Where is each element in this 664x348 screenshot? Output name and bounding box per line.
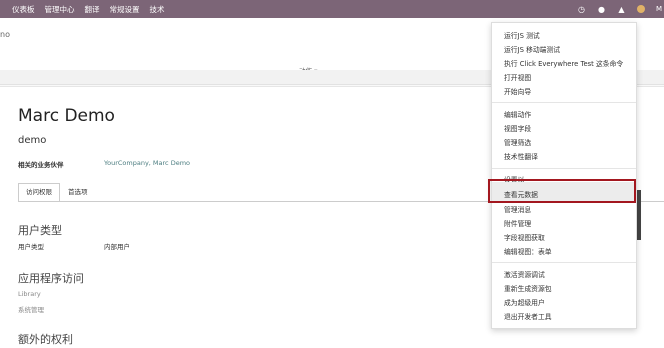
user-type-value[interactable]: 内部用户 [104, 241, 130, 251]
section-app-access: 应用程序访问 [18, 272, 84, 285]
menu-divider [492, 102, 636, 103]
section-user-type: 用户类型 [18, 224, 62, 237]
main-menu: 仪表板 管理中心 翻译 常规设置 技术 [12, 0, 165, 18]
menu-general-settings[interactable]: 常规设置 [110, 4, 140, 15]
debug-item[interactable]: 附件管理 [504, 218, 531, 228]
systray: ◷ ● ▲ M [577, 0, 664, 18]
menu-admin-center[interactable]: 管理中心 [45, 4, 75, 15]
app-access-library: Library [18, 290, 41, 298]
debug-item[interactable]: 退出开发者工具 [504, 311, 552, 321]
menu-translate[interactable]: 翻译 [85, 4, 100, 15]
user-login: demo [18, 135, 47, 146]
debug-item[interactable]: 运行JS 移动端测试 [504, 44, 560, 54]
debug-item[interactable]: 运行JS 测试 [504, 30, 540, 40]
debug-item[interactable]: 技术性翻译 [504, 151, 538, 161]
debug-item[interactable]: 开始向导 [504, 86, 531, 96]
menu-dashboard[interactable]: 仪表板 [12, 4, 35, 15]
debug-item[interactable]: 执行 Click Everywhere Test 这条命令 [504, 58, 623, 68]
chat-icon[interactable]: ● [597, 5, 606, 14]
debug-item[interactable]: 重新生成资源包 [504, 283, 552, 293]
user-name[interactable]: M [656, 5, 662, 13]
partner-label: 相关的业务伙伴 [18, 161, 64, 169]
menu-divider [492, 168, 636, 169]
debug-item[interactable]: 成为超级用户 [504, 297, 545, 307]
top-navbar: 仪表板 管理中心 翻译 常规设置 技术 ◷ ● ▲ M [0, 0, 664, 18]
partner-link[interactable]: YourCompany, Marc Demo [104, 159, 190, 167]
debug-item[interactable]: 管理消息 [504, 204, 531, 214]
debug-item[interactable]: 编辑视图：表单 [504, 246, 552, 256]
debug-item[interactable]: 激活资源调试 [504, 269, 545, 279]
debug-item[interactable]: 字段视图获取 [504, 232, 545, 242]
debug-item[interactable]: 打开视图 [504, 72, 531, 82]
debug-menu: 运行JS 测试 运行JS 移动端测试 执行 Click Everywhere T… [491, 22, 637, 329]
highlight-annotation [488, 179, 636, 203]
user-type-label: 用户类型 [18, 243, 44, 251]
avatar[interactable] [636, 5, 645, 13]
tab-access-rights[interactable]: 访问权限 [18, 183, 60, 202]
clock-icon[interactable]: ◷ [577, 5, 586, 14]
user-name-title: Marc Demo [18, 106, 115, 126]
section-extra-rights: 额外的权利 [18, 333, 73, 346]
notebook-tabs: 访问权限 首选项 [18, 183, 96, 202]
debug-item[interactable]: 管理筛选 [504, 137, 531, 147]
app-access-admin: 系统管理 [18, 306, 44, 314]
debug-item[interactable]: 视图字段 [504, 123, 531, 133]
tab-preferences[interactable]: 首选项 [60, 183, 96, 202]
debug-item[interactable]: 编辑动作 [504, 109, 531, 119]
menu-divider [492, 262, 636, 263]
bell-icon[interactable]: ▲ [617, 5, 626, 14]
breadcrumb[interactable]: no [0, 30, 10, 39]
menu-technical[interactable]: 技术 [150, 4, 165, 15]
